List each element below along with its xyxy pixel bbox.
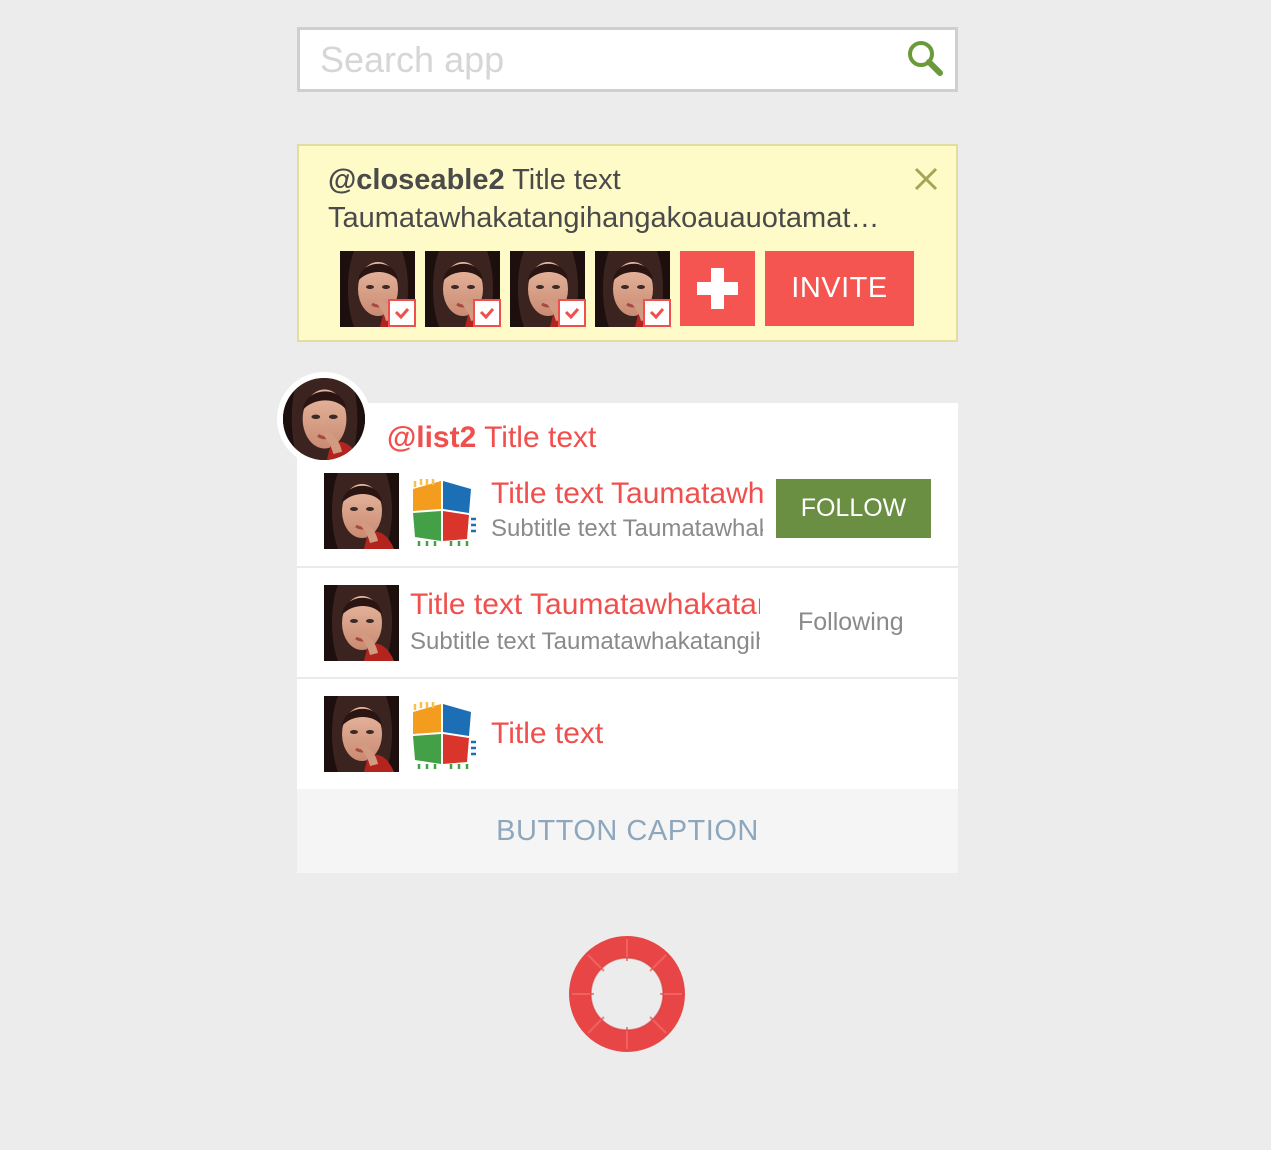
invitee-avatar[interactable]	[340, 251, 416, 327]
invitee-avatar[interactable]	[595, 251, 671, 327]
list-item-title: Title text Taumatawhakatangihangakoauauo…	[491, 477, 763, 510]
list-title: Title text	[484, 421, 597, 454]
invitee-avatar[interactable]	[510, 251, 586, 327]
search-input[interactable]	[320, 40, 880, 80]
invite-button[interactable]: INVITE	[765, 251, 914, 326]
closeable-card: @closeable2 Title text Taumatawhakatangi…	[297, 144, 958, 342]
list-header: @list2 Title text	[387, 421, 596, 455]
loading-spinner-icon	[569, 936, 685, 1052]
list-owner-avatar[interactable]	[277, 372, 371, 466]
list-item-title: Title text	[491, 717, 604, 750]
list-item[interactable]: Title text Taumatawhakatangihangakoauauo…	[297, 568, 958, 679]
closeable-body: Taumatawhakatangihangakoauauotamateaturi…	[328, 202, 888, 234]
app-icon	[407, 475, 477, 547]
list-footer-button[interactable]: BUTTON CAPTION	[297, 789, 958, 873]
avatar	[324, 696, 399, 772]
list-item-subtitle: Subtitle text Taumatawhakatangihangakoau…	[410, 628, 760, 655]
plus-icon	[697, 268, 738, 309]
avatar	[324, 585, 399, 661]
closeable-handle: @closeable2	[328, 164, 505, 196]
list-card: @list2 Title text Title text Taumatawhak…	[297, 403, 958, 873]
checkmark-icon[interactable]	[643, 299, 671, 327]
list-handle: @list2	[387, 421, 477, 454]
follow-button[interactable]: FOLLOW	[776, 479, 931, 538]
closeable-title: Title text	[512, 164, 621, 196]
close-icon[interactable]	[913, 166, 939, 192]
avatar	[283, 378, 365, 460]
list-item[interactable]: Title text Taumatawhakatangihangakoauauo…	[297, 463, 958, 568]
closeable-header: @closeable2 Title text	[328, 164, 621, 197]
app-icon	[407, 698, 477, 770]
avatar	[324, 473, 399, 549]
invitee-strip: INVITE	[340, 251, 914, 327]
checkmark-icon[interactable]	[558, 299, 586, 327]
add-invitee-button[interactable]	[680, 251, 755, 326]
invitee-avatar[interactable]	[425, 251, 501, 327]
list-item-subtitle: Subtitle text Taumatawhakatangihangakoau…	[491, 515, 763, 542]
checkmark-icon[interactable]	[473, 299, 501, 327]
search-bar	[297, 27, 958, 92]
search-icon[interactable]	[905, 39, 945, 79]
checkmark-icon[interactable]	[388, 299, 416, 327]
following-button[interactable]: Following	[798, 608, 904, 637]
list-item[interactable]: Title text	[297, 679, 958, 789]
list-item-title: Title text Taumatawhakatangihangakoauauo…	[410, 588, 760, 621]
